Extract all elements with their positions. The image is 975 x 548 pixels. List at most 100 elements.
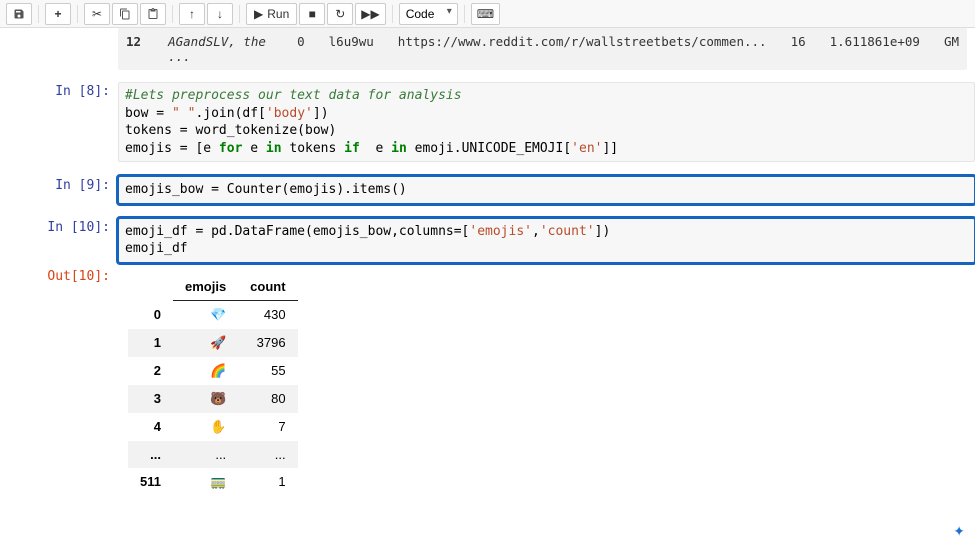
code-editor[interactable]: #Lets preprocess our text data for analy… (118, 82, 975, 162)
dataframe-table: emojis count 0💎430 1🚀3796 2🌈55 3🐻80 4✋7 … (128, 273, 298, 496)
code-text: , (532, 224, 540, 239)
code-text: ]) (313, 106, 329, 121)
restart-button[interactable]: ↻ (327, 3, 353, 25)
table-row: 2🌈55 (128, 357, 298, 385)
paste-icon (147, 8, 159, 20)
table-index-header (128, 273, 173, 301)
move-down-button[interactable]: ↓ (207, 3, 233, 25)
code-cell-8[interactable]: In [8]: #Lets preprocess our text data f… (0, 80, 975, 164)
row-index: 1 (128, 329, 173, 357)
row-count: ... (238, 441, 297, 468)
code-cell-10[interactable]: In [10]: emoji_df = pd.DataFrame(emojis_… (0, 216, 975, 265)
code-keyword: in (266, 141, 282, 156)
scissors-icon: ✂ (92, 7, 102, 21)
code-string: 'body' (266, 106, 313, 121)
code-keyword: in (391, 141, 407, 156)
row-emoji: ✋ (173, 413, 238, 441)
table-row: ......... (128, 441, 298, 468)
play-icon: ▶ (254, 7, 263, 21)
row-index: 4 (128, 413, 173, 441)
row-count: 80 (238, 385, 297, 413)
copy-icon (119, 8, 131, 20)
output-prompt: Out[10]: (0, 265, 118, 498)
prev-row-col5: 16 (791, 34, 806, 64)
separator (239, 5, 240, 23)
input-prompt: In [9]: (0, 174, 118, 206)
notebook: In [8]: #Lets preprocess our text data f… (0, 80, 975, 498)
code-text: e (360, 141, 391, 156)
prev-row-index: 12 (126, 34, 144, 64)
code-text: .join(df[ (195, 106, 265, 121)
row-emoji: 💎 (173, 300, 238, 329)
code-editor[interactable]: emoji_df = pd.DataFrame(emojis_bow,colum… (118, 218, 975, 263)
prev-row-body: AGandSLV, the ... (168, 34, 273, 64)
row-count: 1 (238, 468, 297, 496)
row-index: 3 (128, 385, 173, 413)
paste-button[interactable] (140, 3, 166, 25)
code-keyword: if (344, 141, 360, 156)
row-emoji: 🚀 (173, 329, 238, 357)
add-cell-button[interactable]: + (45, 3, 71, 25)
code-string: 'emojis' (469, 224, 532, 239)
corner-logo-icon: ✦ (953, 523, 965, 540)
table-row: 1🚀3796 (128, 329, 298, 357)
command-palette-button[interactable]: ⌨ (471, 3, 500, 25)
celltype-select[interactable]: Code (399, 3, 458, 25)
code-text: emojis_bow = Counter(emojis).items() (125, 182, 407, 197)
separator (464, 5, 465, 23)
row-emoji: ... (173, 441, 238, 468)
prev-row-score: 0 (297, 34, 305, 64)
separator (172, 5, 173, 23)
arrow-down-icon: ↓ (217, 7, 223, 21)
plus-icon: + (54, 7, 61, 21)
celltype-select-wrap: Code (399, 3, 458, 25)
table-row: 511🚃1 (128, 468, 298, 496)
row-emoji: 🚃 (173, 468, 238, 496)
code-string: 'en' (571, 141, 602, 156)
run-button[interactable]: ▶ Run (246, 3, 297, 25)
cut-button[interactable]: ✂ (84, 3, 110, 25)
code-keyword: for (219, 141, 242, 156)
row-count: 55 (238, 357, 297, 385)
save-button[interactable] (6, 3, 32, 25)
row-count: 7 (238, 413, 297, 441)
code-string: " " (172, 106, 195, 121)
code-cell-9[interactable]: In [9]: emojis_bow = Counter(emojis).ite… (0, 174, 975, 206)
interrupt-button[interactable]: ■ (299, 3, 325, 25)
separator (38, 5, 39, 23)
restart-run-all-button[interactable]: ▶▶ (355, 3, 385, 25)
code-text: emoji.UNICODE_EMOJI[ (407, 141, 571, 156)
row-count: 430 (238, 300, 297, 329)
row-index: 511 (128, 468, 173, 496)
keyboard-icon: ⌨ (477, 7, 494, 21)
table-row: 3🐻80 (128, 385, 298, 413)
code-text: emojis = [e (125, 141, 219, 156)
code-editor[interactable]: emojis_bow = Counter(emojis).items() (118, 176, 975, 204)
row-emoji: 🌈 (173, 357, 238, 385)
code-text: tokens = word_tokenize(bow) (125, 123, 336, 138)
fast-forward-icon: ▶▶ (361, 7, 379, 21)
code-text: ]) (595, 224, 611, 239)
copy-button[interactable] (112, 3, 138, 25)
code-text: emoji_df = pd.DataFrame(emojis_bow,colum… (125, 224, 469, 239)
refresh-icon: ↻ (335, 7, 345, 21)
input-prompt: In [10]: (0, 216, 118, 265)
code-text: tokens (282, 141, 345, 156)
row-count: 3796 (238, 329, 297, 357)
output-cell-10: Out[10]: emojis count 0💎430 1🚀3796 2🌈55 … (0, 265, 975, 498)
code-string: 'count' (540, 224, 595, 239)
separator (77, 5, 78, 23)
table-col-count: count (238, 273, 297, 301)
table-row: 4✋7 (128, 413, 298, 441)
code-comment: #Lets preprocess our text data for analy… (125, 88, 462, 103)
prev-row-col7: GM (944, 34, 959, 64)
row-index: 0 (128, 300, 173, 329)
code-text: e (242, 141, 265, 156)
code-text: emoji_df (125, 241, 188, 256)
move-up-button[interactable]: ↑ (179, 3, 205, 25)
table-col-emojis: emojis (173, 273, 238, 301)
arrow-up-icon: ↑ (189, 7, 195, 21)
save-icon (13, 8, 25, 20)
run-label: Run (267, 7, 289, 21)
input-prompt: In [8]: (0, 80, 118, 164)
